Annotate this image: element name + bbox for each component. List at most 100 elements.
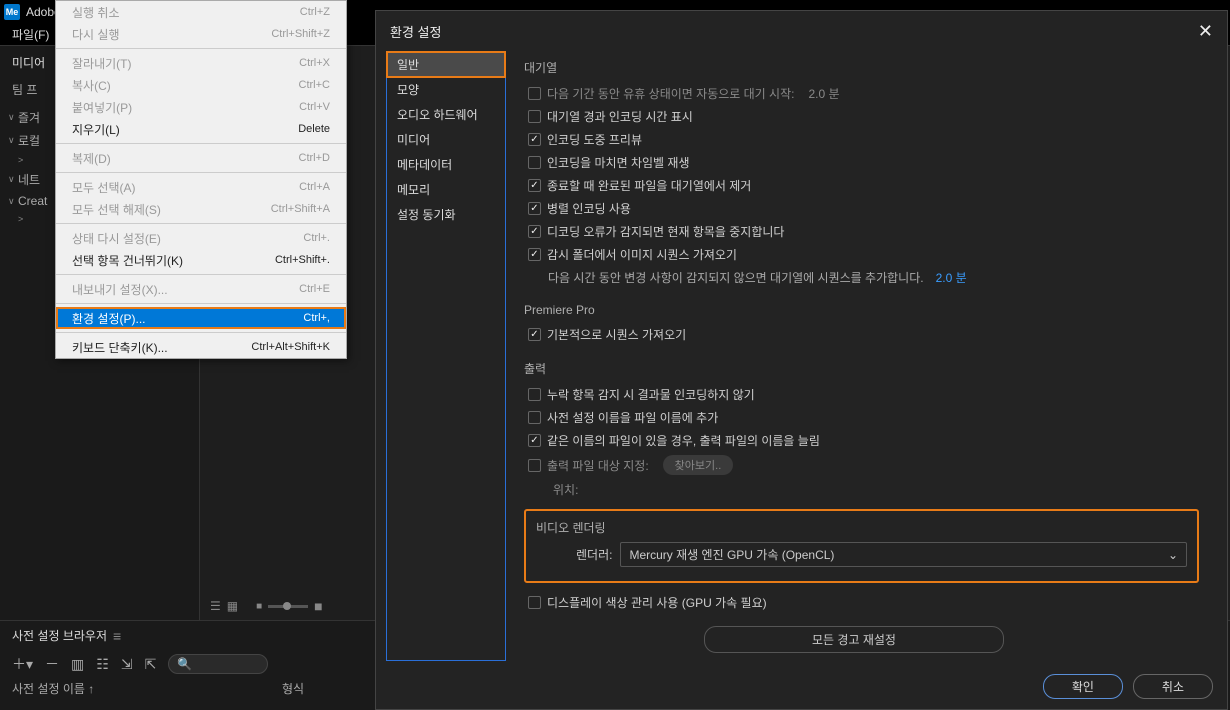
menu-item-shortcut: Ctrl+, [303, 312, 330, 324]
ok-button[interactable]: 확인 [1043, 674, 1123, 699]
remove-preset-icon[interactable]: － [45, 654, 59, 674]
renderer-select[interactable]: Mercury 재생 엔진 GPU 가속 (OpenCL) ⌄ [620, 542, 1187, 567]
add-preset-icon[interactable]: ＋▾ [12, 654, 33, 674]
setting-label: 다음 기간 동안 유휴 상태이면 자동으로 대기 시작: [547, 85, 794, 102]
checkbox[interactable] [528, 156, 541, 169]
panel-menu-icon[interactable] [113, 628, 121, 644]
checkbox[interactable] [528, 179, 541, 192]
settings-pane: 대기열 다음 기간 동안 유휴 상태이면 자동으로 대기 시작:2.0 분대기열… [506, 51, 1217, 661]
category-item[interactable]: 메타데이터 [387, 152, 505, 177]
section-output-title: 출력 [524, 360, 1199, 377]
menu-item-label: 환경 설정(P)... [72, 310, 146, 327]
zoom-out-icon[interactable]: ■ [256, 601, 262, 612]
checkbox[interactable] [528, 388, 541, 401]
checkbox-display-color[interactable] [528, 596, 541, 609]
column-format[interactable]: 형식 [282, 680, 304, 697]
duplicate-icon[interactable]: ▥ [71, 656, 84, 673]
import-icon[interactable]: ⇲ [121, 656, 133, 673]
setting-row: 인코딩 도중 프리뷰 [524, 128, 1199, 151]
menu-item-label: 모두 선택 해제(S) [72, 201, 161, 218]
thumbnail-slider[interactable] [268, 605, 308, 608]
checkbox[interactable] [528, 459, 541, 472]
tree-label: 네트 [18, 171, 40, 188]
view-controls: ☰ ▦ ■ ■ [210, 598, 323, 614]
category-item[interactable]: 설정 동기화 [387, 202, 505, 227]
setting-value[interactable]: 2.0 분 [808, 85, 839, 102]
category-item[interactable]: 오디오 하드웨어 [387, 102, 505, 127]
setting-row: 디코딩 오류가 감지되면 현재 항목을 중지합니다 [524, 220, 1199, 243]
checkbox[interactable] [528, 87, 541, 100]
menu-item: 다시 실행Ctrl+Shift+Z [56, 23, 346, 45]
list-view-icon[interactable]: ☰ [210, 599, 221, 613]
caret-icon: ∨ [8, 196, 18, 207]
search-icon: 🔍 [177, 657, 192, 671]
setting-row: 기본적으로 시퀀스 가져오기 [524, 323, 1199, 346]
menu-item[interactable]: 선택 항목 건너뛰기(K)Ctrl+Shift+. [56, 249, 346, 271]
reset-warnings-button[interactable]: 모든 경고 재설정 [704, 626, 1004, 653]
column-preset-name[interactable]: 사전 설정 이름 ↑ [12, 680, 282, 697]
setting-label: 기본적으로 시퀀스 가져오기 [547, 326, 686, 343]
checkbox[interactable] [528, 133, 541, 146]
caret-icon: ∨ [8, 135, 18, 146]
menu-file[interactable]: 파일(F) [4, 24, 57, 45]
setting-row: 출력 파일 대상 지정: 찾아보기.. [524, 452, 1199, 478]
cancel-button[interactable]: 취소 [1133, 674, 1213, 699]
checkbox[interactable] [528, 434, 541, 447]
menu-item: 붙여넣기(P)Ctrl+V [56, 96, 346, 118]
menu-item-label: 지우기(L) [72, 121, 120, 138]
menu-item-shortcut: Ctrl+Alt+Shift+K [251, 341, 330, 353]
tree-label: Creat [18, 194, 47, 208]
edit-menu-dropdown: 실행 취소Ctrl+Z다시 실행Ctrl+Shift+Z 잘라내기(T) Ctrl+… [55, 0, 347, 359]
category-list: 일반모양오디오 하드웨어미디어메타데이터메모리설정 동기화 [386, 51, 506, 661]
section-queue-title: 대기열 [524, 59, 1199, 76]
menu-item: 실행 취소Ctrl+Z [56, 1, 346, 23]
setting-label: 인코딩을 마치면 차임벨 재생 [547, 154, 689, 171]
menu-item-shortcut: Ctrl+V [299, 101, 330, 113]
checkbox[interactable] [528, 411, 541, 424]
checkbox[interactable] [528, 110, 541, 123]
output-location-label: 위치: [553, 481, 578, 498]
setting-row: 다음 기간 동안 유휴 상태이면 자동으로 대기 시작: 2.0 분 [524, 82, 1199, 105]
checkbox[interactable] [528, 202, 541, 215]
checkbox[interactable] [528, 225, 541, 238]
renderer-label: 렌더러: [576, 546, 612, 563]
setting-label: 사전 설정 이름을 파일 이름에 추가 [547, 409, 718, 426]
menu-item-shortcut: Ctrl+. [303, 232, 330, 244]
queue-sub-note: 다음 시간 동안 변경 사항이 감지되지 않으면 대기열에 시퀀스를 추가합니다… [548, 269, 924, 286]
thumb-view-icon[interactable]: ▦ [227, 599, 238, 613]
checkbox[interactable] [528, 248, 541, 261]
menu-item-label: 복제(D) [72, 150, 111, 167]
menu-item-shortcut: Ctrl+Shift+A [271, 203, 330, 215]
zoom-in-icon[interactable]: ■ [314, 598, 322, 614]
category-item[interactable]: 미디어 [387, 127, 505, 152]
checkbox[interactable] [528, 328, 541, 341]
section-video-title: 비디오 렌더링 [536, 519, 1187, 536]
menu-item-shortcut: Ctrl+E [299, 283, 330, 295]
menu-item[interactable]: 지우기(L)Delete [56, 118, 346, 140]
category-item[interactable]: 메모리 [387, 177, 505, 202]
menu-item: 모두 선택 해제(S) Ctrl+Shift+A [56, 198, 346, 220]
setting-label: 종료할 때 완료된 파일을 대기열에서 제거 [547, 177, 751, 194]
browse-button[interactable]: 찾아보기.. [663, 455, 734, 475]
caret-icon: ∨ [8, 174, 18, 185]
category-item[interactable]: 일반 [387, 52, 505, 77]
queue-sub-value[interactable]: 2.0 분 [936, 269, 967, 286]
setting-row: 대기열 경과 인코딩 시간 표시 [524, 105, 1199, 128]
setting-row: 종료할 때 완료된 파일을 대기열에서 제거 [524, 174, 1199, 197]
preferences-dialog: 환경 설정 ✕ 일반모양오디오 하드웨어미디어메타데이터메모리설정 동기화 대기… [375, 10, 1228, 710]
settings-icon[interactable]: ☷ [96, 656, 109, 673]
setting-row: 감시 폴더에서 이미지 시퀀스 가져오기 [524, 243, 1199, 266]
menu-item-shortcut: Ctrl+Z [300, 6, 330, 18]
setting-label: 출력 파일 대상 지정: [547, 457, 649, 474]
display-color-label: 디스플레이 색상 관리 사용 (GPU 가속 필요) [547, 594, 767, 611]
preset-search[interactable]: 🔍 [168, 654, 268, 674]
menu-item-label: 선택 항목 건너뛰기(K) [72, 252, 183, 269]
menu-item[interactable]: 환경 설정(P)... Ctrl+, [56, 307, 346, 329]
setting-label: 디코딩 오류가 감지되면 현재 항목을 중지합니다 [547, 223, 784, 240]
export-icon[interactable]: ⇱ [145, 656, 157, 673]
menu-item[interactable]: 키보드 단축키(K)...Ctrl+Alt+Shift+K [56, 336, 346, 358]
menu-item-label: 잘라내기(T) [72, 55, 131, 72]
category-item[interactable]: 모양 [387, 77, 505, 102]
setting-label: 병렬 인코딩 사용 [547, 200, 631, 217]
close-icon[interactable]: ✕ [1198, 21, 1213, 42]
